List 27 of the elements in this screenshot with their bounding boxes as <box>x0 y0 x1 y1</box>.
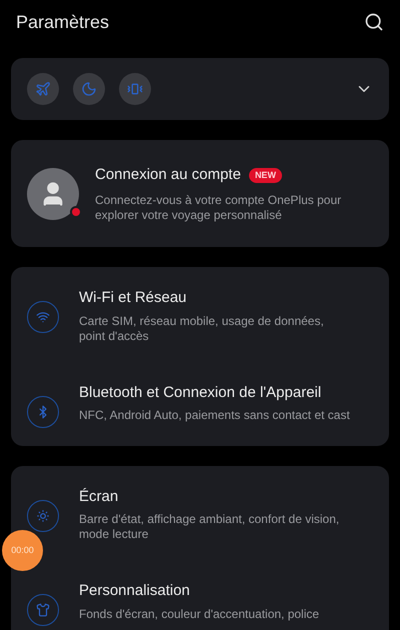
item-description: NFC, Android Auto, paiements sans contact et cast <box>79 408 351 423</box>
search-icon[interactable] <box>364 12 384 32</box>
account-card[interactable]: Connexion au compte NEW Connectez-vous à votre compte OnePlus pour explorer votre voyage personnalisé <box>11 140 389 247</box>
item-title: Wi-Fi et Réseau <box>79 288 188 308</box>
account-description: Connectez-vous à votre compte OnePlus pour explorer votre voyage personnalisé <box>95 192 342 223</box>
bluetooth-icon <box>27 396 59 428</box>
item-description: Carte SIM, réseau mobile, usage de données, point d'accès <box>79 314 325 344</box>
item-description: Fonds d'écran, couleur d'accentuation, police <box>79 606 320 622</box>
moon-icon <box>81 81 97 97</box>
settings-item[interactable]: Bluetooth et Connexion de l'Appareil NFC, Android Auto, paiements sans contact et cast <box>11 382 389 428</box>
shirt-icon <box>27 594 59 626</box>
page-title: Paramètres <box>16 10 110 34</box>
vibrate-toggle[interactable] <box>119 73 151 105</box>
settings-item[interactable]: Wi-Fi et Réseau Carte SIM, réseau mobile, usage de données, point d'accès <box>11 287 389 344</box>
sun-icon <box>27 500 59 532</box>
settings-item[interactable]: Personnalisation Fonds d'écran, couleur d'accentuation, police <box>11 580 389 626</box>
vibrating-phone-icon <box>127 81 143 97</box>
airplane-toggle[interactable] <box>27 73 59 105</box>
item-title: Écran <box>79 486 120 506</box>
new-badge: NEW <box>248 168 282 184</box>
item-description: Barre d'état, affichage ambiant, confort de vision, mode lecture <box>79 512 340 542</box>
item-title: Personnalisation <box>79 581 191 601</box>
item-title: Bluetooth et Connexion de l'Appareil <box>79 382 322 402</box>
wifi-icon <box>27 301 59 333</box>
account-title: Connexion au compte <box>95 165 241 186</box>
moon-toggle[interactable] <box>73 73 105 105</box>
airplane-icon <box>35 81 51 97</box>
